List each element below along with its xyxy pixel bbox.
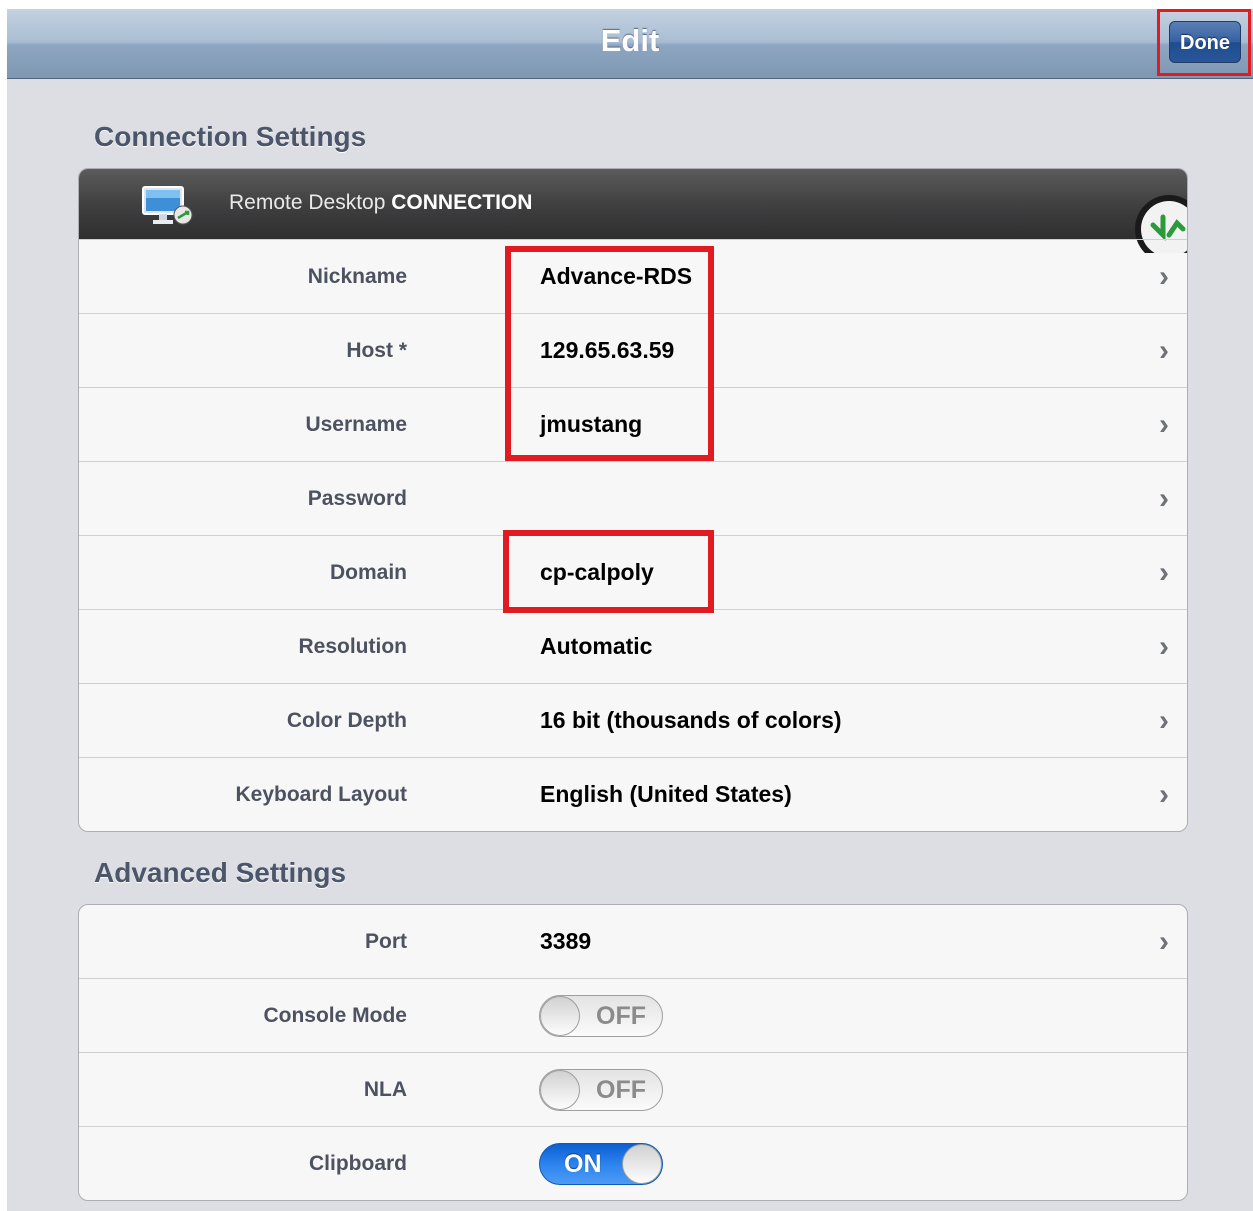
toggle-state: OFF [596, 1076, 646, 1104]
chevron-right-icon: › [1159, 704, 1169, 737]
password-label: Password [307, 487, 407, 510]
chevron-right-icon: › [1159, 482, 1169, 515]
nla-toggle[interactable]: OFF [539, 1069, 663, 1111]
remote-desktop-header: Remote Desktop CONNECTION [79, 169, 1187, 263]
domain-highlight-box [503, 530, 714, 613]
chevron-right-icon: › [1159, 334, 1169, 367]
resolution-label: Resolution [298, 635, 408, 658]
row-port[interactable]: Port 3389 › [79, 905, 1187, 978]
row-clipboard: Clipboard ON [79, 1126, 1187, 1200]
chevron-right-icon: › [1159, 778, 1169, 811]
nickname-label: Nickname [307, 265, 407, 288]
row-color-depth[interactable]: Color Depth 16 bit (thousands of colors)… [79, 683, 1187, 757]
advanced-settings-heading: Advanced Settings [94, 857, 347, 888]
port-value: 3389 [540, 928, 592, 954]
row-password[interactable]: Password › [79, 461, 1187, 535]
page-title: Edit [600, 23, 660, 58]
toggle-knob [540, 1070, 580, 1110]
monitor-icon [141, 185, 195, 232]
host-label: Host * [346, 339, 407, 362]
keyboard-layout-value: English (United States) [540, 781, 792, 807]
toggle-state: OFF [596, 1002, 646, 1030]
port-label: Port [365, 930, 407, 953]
remote-desktop-title-prefix: Remote Desktop [229, 191, 386, 214]
chevron-right-icon: › [1159, 260, 1169, 293]
domain-label: Domain [329, 561, 407, 584]
keyboard-layout-label: Keyboard Layout [235, 783, 407, 806]
row-keyboard-layout[interactable]: Keyboard Layout English (United States) … [79, 757, 1187, 831]
toggle-knob [622, 1144, 662, 1184]
connection-settings-heading: Connection Settings [94, 121, 367, 152]
username-label: Username [305, 413, 407, 436]
resolution-value: Automatic [540, 633, 653, 659]
nav-bar: Edit Done [7, 9, 1253, 79]
clipboard-label: Clipboard [309, 1152, 407, 1175]
credentials-highlight-box [505, 246, 714, 461]
console-mode-toggle[interactable]: OFF [539, 995, 663, 1037]
chevron-right-icon: › [1159, 630, 1169, 663]
chevron-right-icon: › [1159, 925, 1169, 958]
color-depth-value: 16 bit (thousands of colors) [540, 707, 842, 733]
row-nla: NLA OFF [79, 1052, 1187, 1126]
chevron-right-icon: › [1159, 556, 1169, 589]
nla-label: NLA [363, 1078, 407, 1101]
console-mode-label: Console Mode [263, 1004, 407, 1027]
row-console-mode: Console Mode OFF [79, 978, 1187, 1052]
chevron-right-icon: › [1159, 408, 1169, 441]
toggle-state: ON [564, 1150, 602, 1178]
toggle-knob [540, 996, 580, 1036]
row-resolution[interactable]: Resolution Automatic › [79, 609, 1187, 683]
advanced-settings-group: Port 3389 › Console Mode OFF NLA OFF Cli… [78, 904, 1188, 1201]
clipboard-toggle[interactable]: ON [539, 1143, 663, 1185]
remote-desktop-title: Remote Desktop CONNECTION [229, 191, 532, 215]
app-screen: Edit Done Connection Settings Remote Des… [7, 9, 1253, 1211]
remote-desktop-title-emphasis: CONNECTION [391, 191, 533, 214]
done-highlight-box [1157, 9, 1251, 76]
color-depth-label: Color Depth [286, 709, 407, 732]
